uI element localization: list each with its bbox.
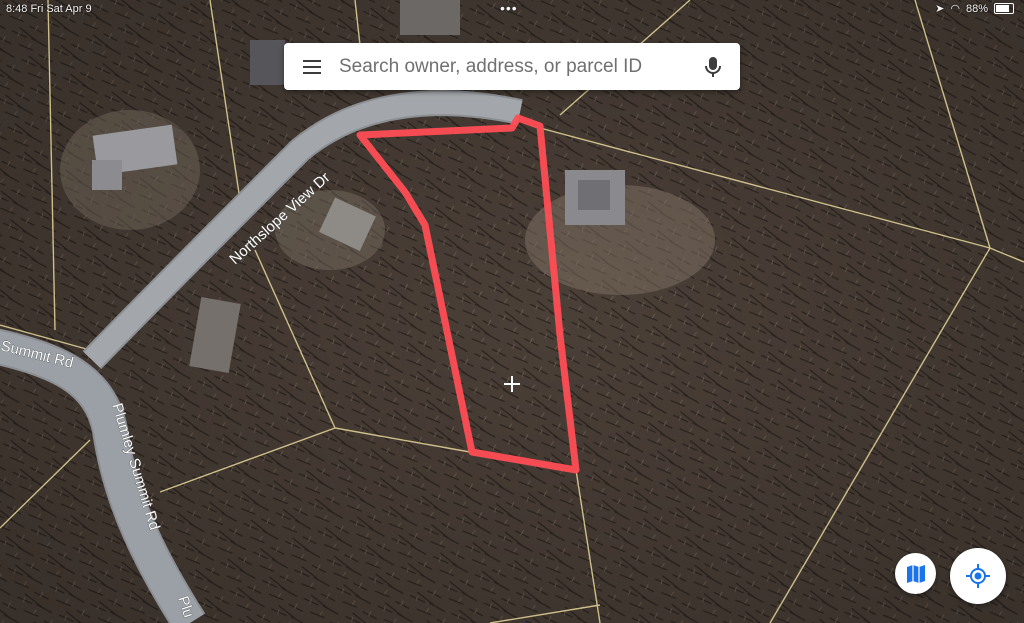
my-location-icon	[966, 564, 990, 588]
hamburger-menu-icon[interactable]	[303, 59, 321, 74]
battery-percent: 88%	[965, 2, 988, 15]
microphone-icon[interactable]	[704, 56, 722, 78]
status-time: 8:48 Fri Sat Apr 9	[6, 3, 92, 15]
map-layers-button[interactable]	[895, 553, 936, 594]
my-location-button[interactable]	[950, 548, 1006, 604]
multitask-dots[interactable]: •••	[500, 0, 518, 16]
map-layers-icon	[906, 564, 925, 583]
status-bar: 8:48 Fri Sat Apr 9 ••• ➤ ◠ 88%	[0, 0, 1024, 20]
battery-icon	[994, 3, 1014, 14]
location-icon: ➤	[935, 3, 945, 15]
satellite-map[interactable]: Northslope View Dr Plumley Summit Rd Sum…	[0, 0, 1024, 623]
search-bar[interactable]	[284, 43, 740, 90]
status-right: ➤ ◠ 88%	[935, 2, 1014, 15]
search-input[interactable]	[337, 54, 681, 79]
wifi-icon: ◠	[950, 3, 960, 15]
